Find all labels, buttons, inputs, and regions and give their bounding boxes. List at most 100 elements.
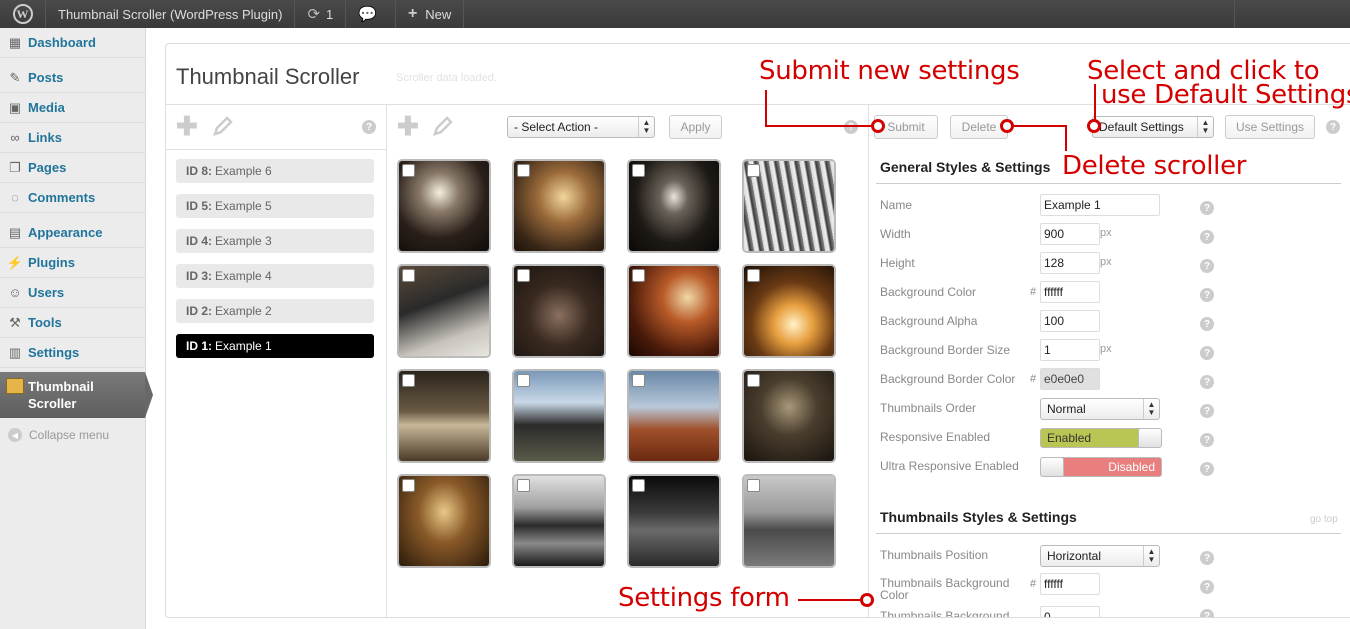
thumbnail-checkbox[interactable] bbox=[632, 269, 645, 282]
thumbnail-item[interactable] bbox=[397, 474, 491, 568]
thumbnail-item[interactable] bbox=[512, 369, 606, 463]
thumbnail-checkbox[interactable] bbox=[402, 479, 415, 492]
thumbnail-checkbox[interactable] bbox=[402, 164, 415, 177]
thumbnail-checkbox[interactable] bbox=[517, 479, 530, 492]
thumbs-order-select[interactable]: Normal ▲ ▼ bbox=[1040, 398, 1160, 420]
thumbnail-item[interactable] bbox=[742, 369, 836, 463]
thumbnail-item[interactable] bbox=[627, 369, 721, 463]
thumbnail-checkbox[interactable] bbox=[632, 374, 645, 387]
help-icon[interactable]: ? bbox=[1200, 433, 1214, 447]
thumbnail-item[interactable] bbox=[512, 264, 606, 358]
thumbnail-checkbox[interactable] bbox=[747, 164, 760, 177]
thumbnail-item[interactable] bbox=[627, 159, 721, 253]
sidebar-item-tools[interactable]: ⚒ Tools bbox=[0, 308, 145, 338]
name-input[interactable]: Example 1 bbox=[1040, 194, 1160, 216]
thumbnail-checkbox[interactable] bbox=[517, 374, 530, 387]
scroller-list-item[interactable]: ID 5: Example 5 bbox=[176, 194, 374, 218]
sidebar-item-settings[interactable]: ▥ Settings bbox=[0, 338, 145, 368]
thumbs-bg-input[interactable]: 0 bbox=[1040, 606, 1100, 617]
sidebar-item-comments[interactable]: ◌ Comments bbox=[0, 183, 145, 213]
scroller-list-item-active[interactable]: ID 1: Example 1 bbox=[176, 334, 374, 358]
sidebar-item-users[interactable]: ☺ Users bbox=[0, 278, 145, 308]
height-input[interactable]: 128 bbox=[1040, 252, 1100, 274]
thumbs-position-select[interactable]: Horizontal ▲ ▼ bbox=[1040, 545, 1160, 567]
thumbnail-item[interactable] bbox=[512, 159, 606, 253]
annotation-marker bbox=[1087, 119, 1101, 133]
thumbnail-item[interactable] bbox=[742, 474, 836, 568]
sidebar-item-pages[interactable]: ❐ Pages bbox=[0, 153, 145, 183]
thumbnail-checkbox[interactable] bbox=[517, 269, 530, 282]
sidebar-item-appearance[interactable]: ▤ Appearance bbox=[0, 218, 145, 248]
thumbnail-checkbox[interactable] bbox=[747, 269, 760, 282]
thumbnail-item[interactable] bbox=[397, 369, 491, 463]
thumbs-bg-color-input[interactable]: ffffff bbox=[1040, 573, 1100, 595]
thumbnail-checkbox[interactable] bbox=[747, 374, 760, 387]
sidebar-item-links[interactable]: ∞ Links bbox=[0, 123, 145, 153]
site-name-link[interactable]: Thumbnail Scroller (WordPress Plugin) bbox=[46, 0, 296, 28]
edit-scroller-icon[interactable] bbox=[212, 115, 234, 137]
help-icon[interactable]: ? bbox=[1200, 259, 1214, 273]
bg-border-color-input[interactable]: e0e0e0 bbox=[1040, 368, 1100, 390]
scroller-list-item[interactable]: ID 4: Example 3 bbox=[176, 229, 374, 253]
sidebar-item-dashboard[interactable]: ▦ Dashboard bbox=[0, 28, 145, 58]
help-icon[interactable]: ? bbox=[844, 120, 858, 134]
scroller-list-item[interactable]: ID 2: Example 2 bbox=[176, 299, 374, 323]
help-icon[interactable]: ? bbox=[1200, 609, 1214, 617]
account-menu[interactable] bbox=[1234, 0, 1350, 28]
default-settings-select[interactable]: Default Settings ▲ ▼ bbox=[1092, 116, 1214, 138]
sidebar-item-thumbnail-scroller[interactable]: Thumbnail Scroller bbox=[0, 372, 153, 418]
help-icon[interactable]: ? bbox=[1200, 404, 1214, 418]
admin-bar: W Thumbnail Scroller (WordPress Plugin) … bbox=[0, 0, 1350, 28]
thumbnail-item[interactable] bbox=[627, 474, 721, 568]
help-icon[interactable]: ? bbox=[1200, 288, 1214, 302]
scroller-list-item[interactable]: ID 3: Example 4 bbox=[176, 264, 374, 288]
help-icon[interactable]: ? bbox=[1200, 230, 1214, 244]
go-top-link[interactable]: go top bbox=[1310, 514, 1338, 525]
toggle-knob[interactable] bbox=[1138, 429, 1161, 447]
updates-link[interactable]: ⟳ 1 bbox=[295, 0, 347, 28]
thumbnail-item[interactable] bbox=[742, 159, 836, 253]
thumbnail-item[interactable] bbox=[742, 264, 836, 358]
bg-color-input[interactable]: ffffff bbox=[1040, 281, 1100, 303]
help-icon[interactable]: ? bbox=[1200, 346, 1214, 360]
sidebar-item-posts[interactable]: ✎ Posts bbox=[0, 63, 145, 93]
thumbnail-checkbox[interactable] bbox=[402, 269, 415, 282]
bg-border-size-input[interactable]: 1 bbox=[1040, 339, 1100, 361]
help-icon[interactable]: ? bbox=[1200, 375, 1214, 389]
thumbnail-item[interactable] bbox=[512, 474, 606, 568]
wordpress-logo-button[interactable]: W bbox=[0, 0, 46, 28]
comments-link[interactable]: 💬 bbox=[346, 0, 396, 28]
responsive-toggle[interactable]: Enabled bbox=[1040, 428, 1162, 448]
bg-alpha-input[interactable]: 100 bbox=[1040, 310, 1100, 332]
use-settings-button[interactable]: Use Settings bbox=[1225, 115, 1315, 139]
sidebar-item-plugins[interactable]: ⚡ Plugins bbox=[0, 248, 145, 278]
thumbnail-item[interactable] bbox=[397, 159, 491, 253]
apply-button[interactable]: Apply bbox=[669, 115, 722, 139]
sidebar-item-media[interactable]: ▣ Media bbox=[0, 93, 145, 123]
thumbnail-item[interactable] bbox=[627, 264, 721, 358]
help-icon[interactable]: ? bbox=[1200, 580, 1214, 594]
help-icon[interactable]: ? bbox=[1200, 462, 1214, 476]
toggle-knob[interactable] bbox=[1041, 458, 1064, 476]
thumbnail-checkbox[interactable] bbox=[632, 479, 645, 492]
help-icon[interactable]: ? bbox=[362, 120, 376, 134]
edit-thumbnail-icon[interactable] bbox=[432, 115, 454, 137]
scroller-list-item[interactable]: ID 8: Example 6 bbox=[176, 159, 374, 183]
new-content-link[interactable]: + New bbox=[396, 0, 465, 28]
width-input[interactable]: 900 bbox=[1040, 223, 1100, 245]
thumbnail-checkbox[interactable] bbox=[632, 164, 645, 177]
bulk-action-select[interactable]: - Select Action - ▲ ▼ bbox=[507, 116, 655, 138]
help-icon[interactable]: ? bbox=[1326, 120, 1340, 134]
add-scroller-icon[interactable]: ✚ bbox=[176, 113, 198, 139]
collapse-menu-button[interactable]: ◀ Collapse menu bbox=[0, 418, 145, 452]
ultra-responsive-toggle[interactable]: Disabled bbox=[1040, 457, 1162, 477]
thumbnail-item[interactable] bbox=[397, 264, 491, 358]
help-icon[interactable]: ? bbox=[1200, 317, 1214, 331]
appearance-icon: ▤ bbox=[8, 224, 22, 240]
thumbnail-checkbox[interactable] bbox=[747, 479, 760, 492]
help-icon[interactable]: ? bbox=[1200, 201, 1214, 215]
add-thumbnail-icon[interactable]: ✚ bbox=[397, 113, 419, 139]
thumbnail-checkbox[interactable] bbox=[517, 164, 530, 177]
thumbnail-checkbox[interactable] bbox=[402, 374, 415, 387]
help-icon[interactable]: ? bbox=[1200, 551, 1214, 565]
